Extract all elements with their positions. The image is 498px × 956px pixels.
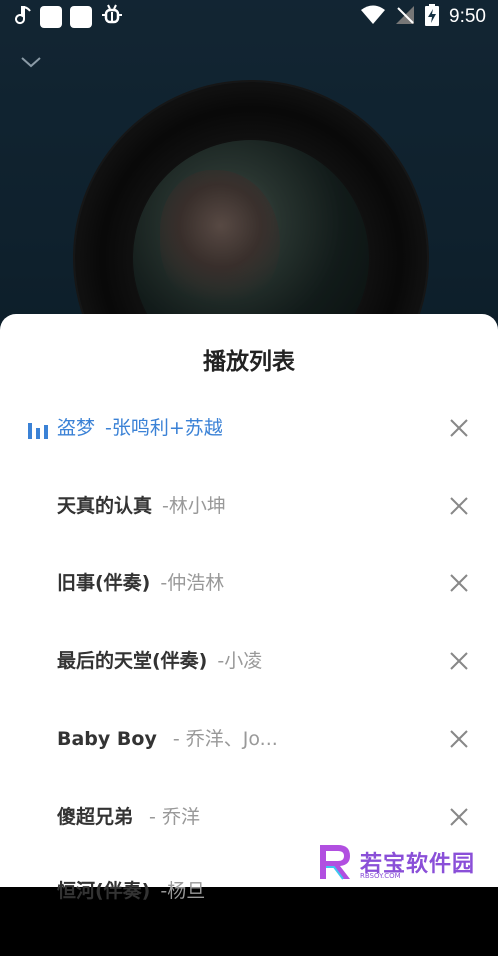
playlist-sheet: 播放列表 盗梦 -张鸣利+苏越 天真的认真 -林小坤 旧事(伴奏) -仲浩林 最后的天… bbox=[0, 314, 498, 902]
watermark-subtext: RBSOY.COM bbox=[360, 872, 401, 880]
track-title: 盗梦 -张鸣利+苏越 bbox=[57, 417, 223, 439]
list-item[interactable]: 盗梦 -张鸣利+苏越 bbox=[0, 415, 498, 493]
watermark-logo: 若宝软件园 RBSOY.COM bbox=[316, 842, 491, 882]
track-artist: -仲浩林 bbox=[160, 572, 225, 594]
battery-charging-icon bbox=[425, 4, 440, 30]
track-title: 天真的认真 -林小坤 bbox=[57, 495, 226, 517]
track-artist: -小凌 bbox=[217, 650, 263, 672]
track-title: 恒河(伴奏) -杨旦 bbox=[57, 880, 206, 902]
playlist-title: 播放列表 bbox=[203, 349, 295, 375]
music-note-icon bbox=[12, 5, 32, 30]
close-icon[interactable] bbox=[448, 572, 470, 594]
track-artist: - 乔洋、Jo... bbox=[166, 728, 278, 750]
track-title: Baby Boy - 乔洋、Jo... bbox=[57, 728, 278, 750]
track-artist: -杨旦 bbox=[160, 880, 206, 902]
no-signal-icon bbox=[395, 5, 415, 29]
now-playing-icon bbox=[28, 421, 48, 443]
status-bar: 9:50 bbox=[0, 0, 498, 34]
close-icon[interactable] bbox=[448, 495, 470, 517]
track-artist: -林小坤 bbox=[162, 495, 226, 517]
list-item[interactable]: 天真的认真 -林小坤 bbox=[0, 493, 498, 571]
track-artist: - 乔洋 bbox=[143, 806, 200, 828]
notification-square-icon bbox=[40, 6, 62, 28]
wifi-icon bbox=[361, 5, 386, 29]
close-icon[interactable] bbox=[448, 650, 470, 672]
watermark-r-icon bbox=[320, 845, 350, 880]
status-time: 9:50 bbox=[449, 6, 486, 27]
close-icon[interactable] bbox=[448, 417, 470, 439]
close-icon[interactable] bbox=[448, 806, 470, 828]
list-item[interactable]: Baby Boy - 乔洋、Jo... bbox=[0, 726, 498, 804]
track-title: 旧事(伴奏) -仲浩林 bbox=[57, 572, 225, 594]
list-item[interactable]: 恒河(伴奏) -杨旦 bbox=[0, 878, 498, 956]
track-title: 傻超兄弟 - 乔洋 bbox=[57, 806, 200, 828]
list-item[interactable]: 最后的天堂(伴奏) -小凌 bbox=[0, 648, 498, 726]
close-icon[interactable] bbox=[448, 728, 470, 750]
track-title: 最后的天堂(伴奏) -小凌 bbox=[57, 650, 263, 672]
track-artist: -张鸣利+苏越 bbox=[105, 417, 223, 439]
bug-icon bbox=[100, 3, 124, 31]
list-item[interactable]: 旧事(伴奏) -仲浩林 bbox=[0, 570, 498, 648]
chevron-down-icon[interactable] bbox=[20, 54, 42, 73]
notification-square-icon bbox=[70, 6, 92, 28]
